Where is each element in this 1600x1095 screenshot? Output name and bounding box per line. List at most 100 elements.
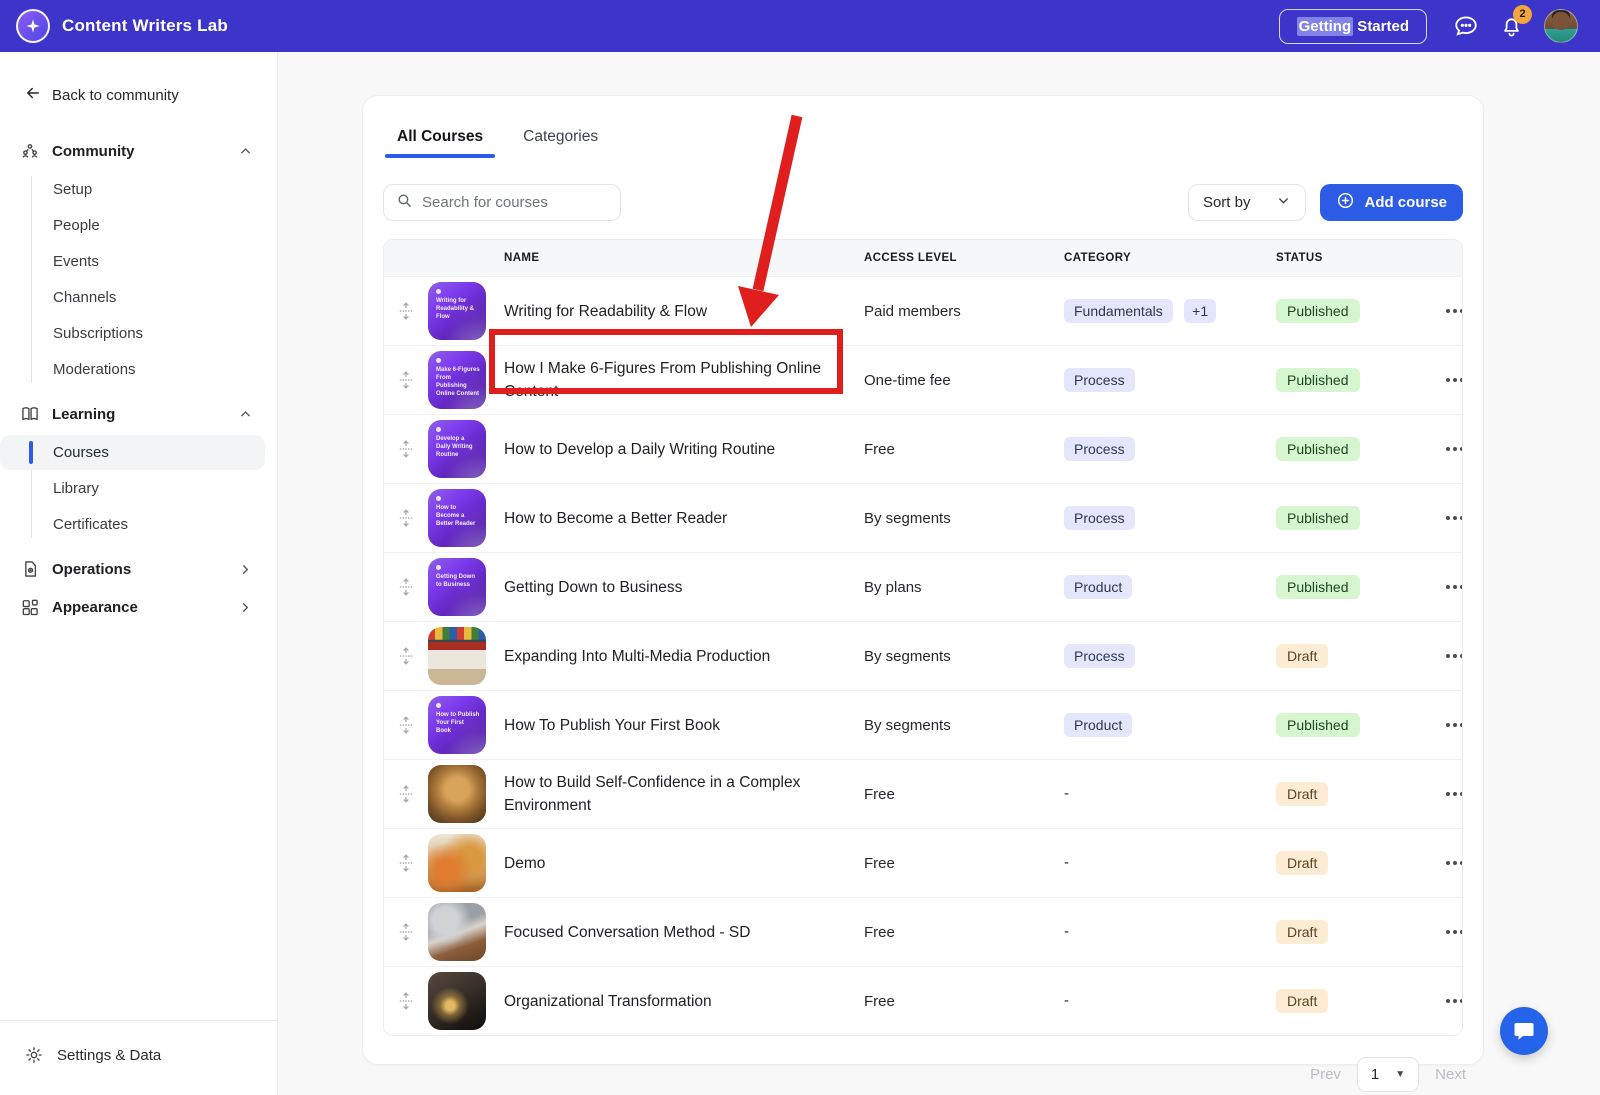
- sidebar-item-setup[interactable]: Setup: [0, 172, 265, 207]
- messages-icon[interactable]: [1453, 13, 1479, 39]
- table-header-row: NAME ACCESS LEVEL CATEGORY STATUS: [384, 240, 1462, 276]
- sidebar: Back to community Community SetupPeopleE…: [0, 52, 278, 1095]
- search-courses-box[interactable]: [383, 184, 621, 221]
- row-actions-menu-icon[interactable]: [1446, 930, 1463, 934]
- tab-all-courses[interactable]: All Courses: [395, 120, 485, 158]
- row-actions-menu-icon[interactable]: [1446, 654, 1463, 658]
- drag-handle-icon[interactable]: [384, 301, 428, 321]
- course-status-cell: Draft: [1276, 920, 1446, 944]
- sidebar-section-learning[interactable]: Learning: [0, 395, 277, 433]
- course-access-level: Paid members: [864, 303, 1064, 320]
- sidebar-item-courses[interactable]: Courses: [0, 435, 265, 470]
- drag-handle-icon[interactable]: [384, 370, 428, 390]
- row-actions-menu-icon[interactable]: [1446, 309, 1463, 313]
- row-actions-menu-icon[interactable]: [1446, 378, 1463, 382]
- table-row[interactable]: How to Become a Better Reader How to Bec…: [384, 483, 1462, 552]
- course-access-level: Free: [864, 993, 1064, 1010]
- add-course-button[interactable]: Add course: [1320, 184, 1463, 221]
- pagination-prev[interactable]: Prev: [1310, 1066, 1341, 1083]
- row-actions-menu-icon[interactable]: [1446, 792, 1463, 796]
- chevron-right-icon: [238, 562, 253, 577]
- category-empty: -: [1064, 992, 1069, 1009]
- category-empty: -: [1064, 923, 1069, 940]
- sidebar-section-operations[interactable]: Operations: [0, 550, 277, 588]
- sidebar-section-appearance[interactable]: Appearance: [0, 588, 277, 626]
- status-badge: Draft: [1276, 851, 1328, 875]
- sidebar-section-community[interactable]: Community: [0, 132, 277, 170]
- row-actions-menu-icon[interactable]: [1446, 723, 1463, 727]
- table-row[interactable]: Getting Down to Business Getting Down to…: [384, 552, 1462, 621]
- category-extra-badge: +1: [1184, 299, 1216, 323]
- drag-handle-icon[interactable]: [384, 784, 428, 804]
- notifications-bell-icon[interactable]: 2: [1499, 14, 1524, 39]
- gear-icon: [24, 1045, 44, 1065]
- table-row[interactable]: How to Publish Your First Book How To Pu…: [384, 690, 1462, 759]
- settings-and-data-link[interactable]: Settings & Data: [24, 1045, 253, 1065]
- app-logo-icon[interactable]: [16, 9, 50, 43]
- drag-handle-icon[interactable]: [384, 922, 428, 942]
- table-row[interactable]: Develop a Daily Writing Routine How to D…: [384, 414, 1462, 483]
- sidebar-item-library[interactable]: Library: [0, 471, 265, 506]
- drag-handle-icon[interactable]: [384, 577, 428, 597]
- table-row[interactable]: How to Build Self-Confidence in a Comple…: [384, 759, 1462, 828]
- table-row[interactable]: Make 6-Figures From Publishing Online Co…: [384, 345, 1462, 414]
- course-access-level: Free: [864, 855, 1064, 872]
- sidebar-item-subscriptions[interactable]: Subscriptions: [0, 316, 265, 351]
- sort-by-dropdown[interactable]: Sort by: [1188, 184, 1307, 221]
- sidebar-item-moderations[interactable]: Moderations: [0, 352, 265, 387]
- table-row[interactable]: Demo Free - - Draft: [384, 828, 1462, 897]
- course-thumbnail: How to Publish Your First Book: [428, 696, 486, 754]
- table-row[interactable]: Writing for Readability & Flow Writing f…: [384, 276, 1462, 345]
- pagination-next[interactable]: Next: [1435, 1066, 1466, 1083]
- status-badge: Draft: [1276, 644, 1328, 668]
- course-status-cell: Published: [1276, 368, 1446, 392]
- sidebar-item-events[interactable]: Events: [0, 244, 265, 279]
- drag-handle-icon[interactable]: [384, 991, 428, 1011]
- course-tabs: All Courses Categories: [383, 120, 1463, 158]
- sidebar-item-certificates[interactable]: Certificates: [0, 507, 265, 542]
- pagination: Prev 1 ▼ Next: [1310, 1057, 1466, 1092]
- course-thumbnail: [428, 765, 486, 823]
- course-thumbnail: Develop a Daily Writing Routine: [428, 420, 486, 478]
- row-actions-menu-icon[interactable]: [1446, 447, 1463, 451]
- status-badge: Published: [1276, 299, 1360, 323]
- table-body: Writing for Readability & Flow Writing f…: [384, 276, 1462, 1035]
- course-category-cell: Product -: [1064, 713, 1276, 737]
- search-input[interactable]: [422, 194, 608, 211]
- courses-toolbar: Sort by Add course: [383, 184, 1463, 221]
- drag-handle-icon[interactable]: [384, 715, 428, 735]
- course-thumbnail: [428, 834, 486, 892]
- drag-handle-icon[interactable]: [384, 508, 428, 528]
- category-empty: -: [1064, 785, 1069, 802]
- getting-started-button[interactable]: Getting Started: [1279, 9, 1427, 44]
- status-badge: Draft: [1276, 920, 1328, 944]
- user-avatar[interactable]: [1544, 9, 1578, 43]
- chevron-up-icon: [238, 407, 253, 422]
- row-actions-menu-icon[interactable]: [1446, 999, 1463, 1003]
- thumbnail-logo-dot: [436, 427, 441, 432]
- row-actions-menu-icon[interactable]: [1446, 861, 1463, 865]
- category-badge: Fundamentals: [1064, 299, 1173, 323]
- course-name: Writing for Readability & Flow: [504, 300, 864, 323]
- drag-handle-icon[interactable]: [384, 439, 428, 459]
- course-status-cell: Published: [1276, 437, 1446, 461]
- course-thumbnail: [428, 903, 486, 961]
- row-actions-menu-icon[interactable]: [1446, 585, 1463, 589]
- sidebar-item-channels[interactable]: Channels: [0, 280, 265, 315]
- tab-categories[interactable]: Categories: [521, 120, 600, 158]
- course-thumbnail: Make 6-Figures From Publishing Online Co…: [428, 351, 486, 409]
- course-thumbnail: [428, 972, 486, 1030]
- back-to-community-link[interactable]: Back to community: [0, 78, 277, 112]
- chat-widget-button[interactable]: [1500, 1007, 1548, 1055]
- table-row[interactable]: Organizational Transformation Free - - D…: [384, 966, 1462, 1035]
- sidebar-item-people[interactable]: People: [0, 208, 265, 243]
- row-actions-menu-icon[interactable]: [1446, 516, 1463, 520]
- pagination-page-select[interactable]: 1 ▼: [1357, 1057, 1419, 1092]
- drag-handle-icon[interactable]: [384, 853, 428, 873]
- table-row[interactable]: Focused Conversation Method - SD Free - …: [384, 897, 1462, 966]
- course-status-cell: Published: [1276, 506, 1446, 530]
- table-row[interactable]: Expanding Into Multi-Media Production By…: [384, 621, 1462, 690]
- course-category-cell: Product -: [1064, 575, 1276, 599]
- drag-handle-icon[interactable]: [384, 646, 428, 666]
- course-category-cell: Process -: [1064, 437, 1276, 461]
